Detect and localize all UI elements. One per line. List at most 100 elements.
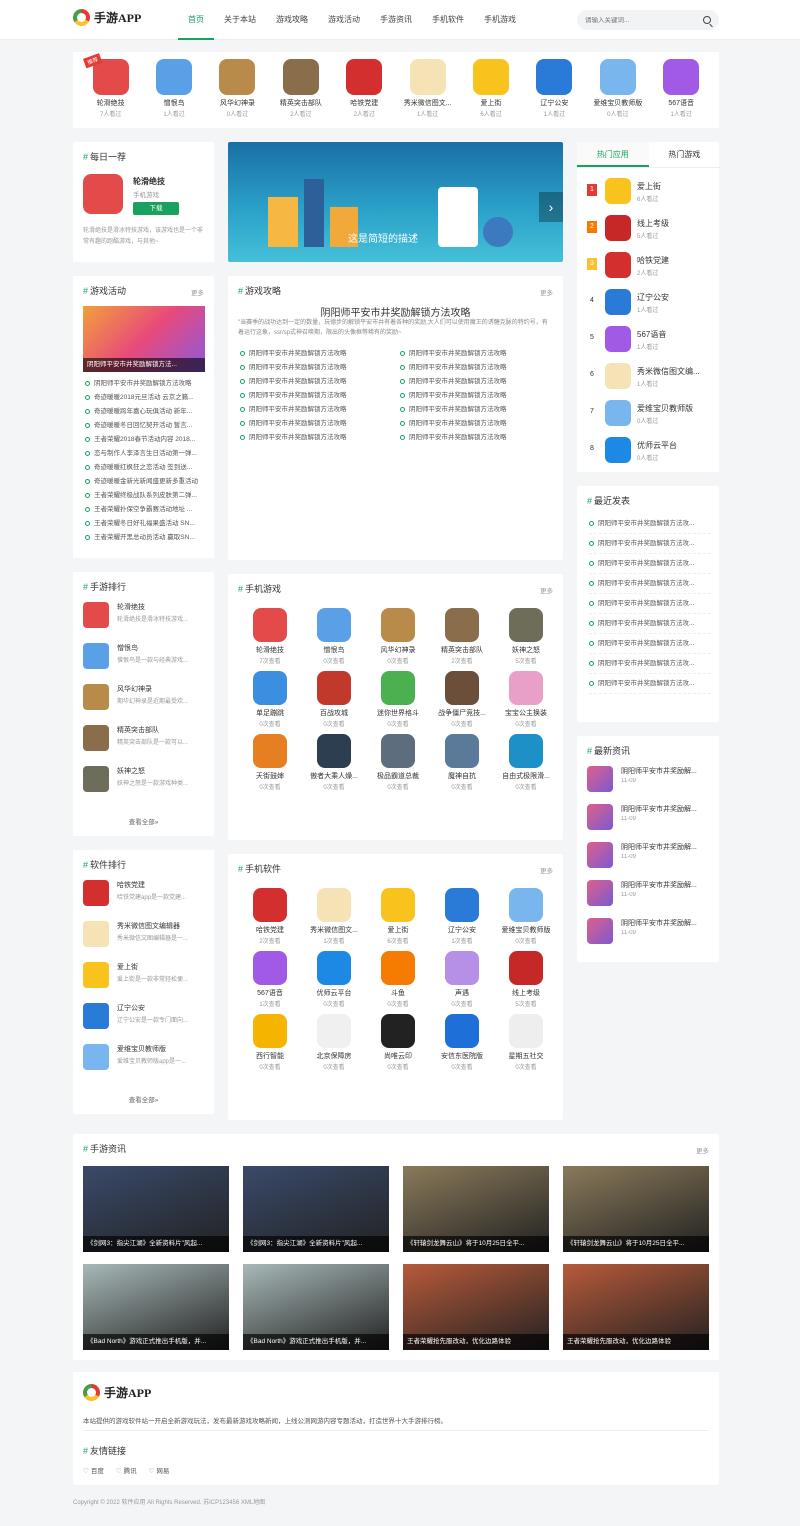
grid-item[interactable]: 声遇 0次查看 [430, 951, 494, 1008]
recommend-item[interactable]: 精英突击部队 2人看过 [273, 59, 329, 128]
view-all-link[interactable]: 查看全部» [73, 1094, 214, 1104]
hot-item[interactable]: 8 优师云平台 0人看过 [587, 435, 712, 465]
tab-hot-games[interactable]: 热门游戏 [649, 142, 721, 167]
list-item[interactable]: 王者荣耀开黑总动员活动 赢取SN... [85, 531, 207, 545]
list-item[interactable]: 阴阳师平安市井奖励解锁方法攻略 [85, 377, 207, 391]
news-card[interactable]: 《剑网3：指尖江湖》全新资料片"风起... [83, 1166, 229, 1252]
recommend-item[interactable]: 辽宁公安 1人看过 [526, 59, 582, 128]
list-item[interactable]: 阴阳师平安市井奖励解锁方法攻... [589, 554, 711, 574]
grid-item[interactable]: 傲者大乘人燥... 0次查看 [302, 734, 366, 791]
recommend-item[interactable]: 爱维宝贝教师版 0人看过 [590, 59, 646, 128]
grid-item[interactable]: 天街鼓婶 0次查看 [238, 734, 302, 791]
site-logo[interactable]: 手游APP [73, 9, 141, 26]
list-item[interactable]: 阴阳师平安市井奖励解锁方法攻略 [400, 417, 560, 431]
rank-item[interactable]: 轮滑绝技 轮滑绝技是滑冰特技游戏... [83, 602, 217, 628]
recommend-item[interactable]: 567语音 1人看过 [653, 59, 709, 128]
list-item[interactable]: 阴阳师平安市井奖励解锁方法攻... [589, 674, 711, 694]
list-item[interactable]: 阴阳师平安市井奖励解锁方法攻... [589, 614, 711, 634]
list-item[interactable]: 阴阳师平安市井奖励解锁方法攻略 [400, 403, 560, 417]
banner-carousel[interactable]: 这是简短的描述 › [228, 142, 563, 262]
news-card[interactable]: 《剑网3：指尖江湖》全新资料片"风起... [243, 1166, 389, 1252]
grid-item[interactable]: 安信东医院版 0次查看 [430, 1014, 494, 1071]
list-item[interactable]: 恋与制作人李泽言生日活动第一弹... [85, 447, 207, 461]
grid-item[interactable]: 哈铁党建 2次查看 [238, 888, 302, 945]
hot-item[interactable]: 2 线上考级 5人看过 [587, 213, 712, 243]
nav-home[interactable]: 首页 [178, 0, 214, 40]
grid-item[interactable]: 百战攻城 0次查看 [302, 671, 366, 728]
rank-item[interactable]: 爱上街 爱上街是一款非常轻松便... [83, 962, 217, 988]
grid-item[interactable]: 轮滑绝技 7次查看 [238, 608, 302, 665]
recommend-item[interactable]: 秀米微信图文... 1人看过 [400, 59, 456, 128]
grid-item[interactable]: 极品霸道总裁 0次查看 [366, 734, 430, 791]
activity-image[interactable]: 阴阳师平安市井奖励解锁方法... [83, 306, 205, 372]
more-link[interactable]: 更多 [540, 865, 553, 875]
list-item[interactable]: 王者荣耀2018春节活动内容 2018... [85, 433, 207, 447]
more-link[interactable]: 更多 [540, 287, 553, 297]
list-item[interactable]: 奇迹暖暖红枫狂之恋活动 签到送... [85, 461, 207, 475]
next-slide-button[interactable]: › [539, 192, 563, 222]
grid-item[interactable]: 战争僵尸竞技... 0次查看 [430, 671, 494, 728]
grid-item[interactable]: 精英突击部队 2次查看 [430, 608, 494, 665]
rank-item[interactable]: 爱维宝贝教师版 爱维宝贝教师版app是一... [83, 1044, 217, 1070]
grid-item[interactable]: 线上考级 5次查看 [494, 951, 558, 1008]
hot-item[interactable]: 5 567语音 1人看过 [587, 324, 712, 354]
nav-apps[interactable]: 手机软件 [422, 0, 474, 40]
search-icon[interactable] [703, 16, 711, 24]
rank-item[interactable]: 憎恨鸟 憎恨鸟是一款与经典游戏... [83, 643, 217, 669]
list-item[interactable]: 阴阳师平安市井奖励解锁方法攻略 [240, 417, 400, 431]
rank-item[interactable]: 精英突击部队 精英突击部队是一款可以... [83, 725, 217, 751]
grid-item[interactable]: 星期五社交 0次查看 [494, 1014, 558, 1071]
grid-item[interactable]: 斗鱼 0次查看 [366, 951, 430, 1008]
recommend-item[interactable]: 爱上街 6人看过 [463, 59, 519, 128]
grid-item[interactable]: 辽宁公安 1次查看 [430, 888, 494, 945]
list-item[interactable]: 阴阳师平安市井奖励解锁方法攻略 [400, 361, 560, 375]
list-item[interactable]: 阴阳师平安市井奖励解锁方法攻略 [240, 431, 400, 445]
tab-hot-apps[interactable]: 热门应用 [577, 142, 649, 167]
more-link[interactable]: 更多 [696, 1145, 709, 1155]
hot-item[interactable]: 1 爱上街 6人看过 [587, 176, 712, 206]
list-item[interactable]: 阴阳师平安市井奖励解锁方法攻略 [400, 389, 560, 403]
news-card[interactable]: 王者荣耀抢先服改动，优化边路体验 [403, 1264, 549, 1350]
daily-game-name[interactable]: 轮滑绝技 [133, 176, 165, 187]
list-item[interactable]: 奇迹暖暖冬日回忆契开活动 暂言... [85, 419, 207, 433]
daily-game-icon[interactable] [83, 174, 123, 214]
news-item[interactable]: 阴阳师平安市井奖励解... 11-09 [587, 842, 721, 868]
news-item[interactable]: 阴阳师平安市井奖励解... 11-09 [587, 766, 721, 792]
list-item[interactable]: 奇迹暖暖金新光新闻盛更新多重活动 [85, 475, 207, 489]
nav-games[interactable]: 手机游戏 [474, 0, 526, 40]
view-all-link[interactable]: 查看全部» [73, 816, 214, 826]
list-item[interactable]: 阴阳师平安市井奖励解锁方法攻略 [400, 347, 560, 361]
grid-item[interactable]: 爱上街 6次查看 [366, 888, 430, 945]
grid-item[interactable]: 秀米微信图文... 1次查看 [302, 888, 366, 945]
list-item[interactable]: 阴阳师平安市井奖励解锁方法攻... [589, 634, 711, 654]
grid-item[interactable]: 魔神自抗 0次查看 [430, 734, 494, 791]
rank-item[interactable]: 妖神之怒 妖神之怒是一款游戏种类... [83, 766, 217, 792]
rank-item[interactable]: 哈铁党建 哈铁党建app是一款党建... [83, 880, 217, 906]
list-item[interactable]: 奇迹暖暖2018元旦活动 云京之籁... [85, 391, 207, 405]
grid-item[interactable]: 567语音 1次查看 [238, 951, 302, 1008]
footer-logo[interactable]: 手游APP [83, 1384, 151, 1401]
list-item[interactable]: 阴阳师平安市井奖励解锁方法攻略 [240, 389, 400, 403]
hot-item[interactable]: 3 哈铁党建 2人看过 [587, 250, 712, 280]
news-item[interactable]: 阴阳师平安市井奖励解... 11-09 [587, 880, 721, 906]
more-link[interactable]: 更多 [191, 287, 204, 297]
rank-item[interactable]: 辽宁公安 辽宁公安是一款专门面向... [83, 1003, 217, 1029]
list-item[interactable]: 阴阳师平安市井奖励解锁方法攻略 [240, 361, 400, 375]
list-item[interactable]: 阴阳师平安市井奖励解锁方法攻... [589, 594, 711, 614]
nav-news[interactable]: 手游资讯 [370, 0, 422, 40]
search-input[interactable] [585, 16, 703, 24]
list-item[interactable]: 王者荣耀冬日好礼福果盛活动 SN... [85, 517, 207, 531]
friend-link[interactable]: 网易 [149, 1465, 169, 1475]
list-item[interactable]: 阴阳师平安市井奖励解锁方法攻... [589, 514, 711, 534]
nav-about[interactable]: 关于本站 [214, 0, 266, 40]
friend-link[interactable]: 百度 [83, 1465, 104, 1475]
grid-item[interactable]: 风华幻神录 0次查看 [366, 608, 430, 665]
news-card[interactable]: 《轩辕剑龙舞云山》将于10月25日全平... [563, 1166, 709, 1252]
news-item[interactable]: 阴阳师平安市井奖励解... 11-09 [587, 918, 721, 944]
friend-link[interactable]: 腾讯 [116, 1465, 137, 1475]
guide-headline[interactable]: 阴阳师平安市井奖励解锁方法攻略 [228, 304, 563, 319]
list-item[interactable]: 阴阳师平安市井奖励解锁方法攻略 [240, 347, 400, 361]
hot-item[interactable]: 7 爱维宝贝教师版 0人看过 [587, 398, 712, 428]
list-item[interactable]: 阴阳师平安市井奖励解锁方法攻略 [240, 403, 400, 417]
list-item[interactable]: 王者荣耀终极战队系列皮肤第二弹... [85, 489, 207, 503]
